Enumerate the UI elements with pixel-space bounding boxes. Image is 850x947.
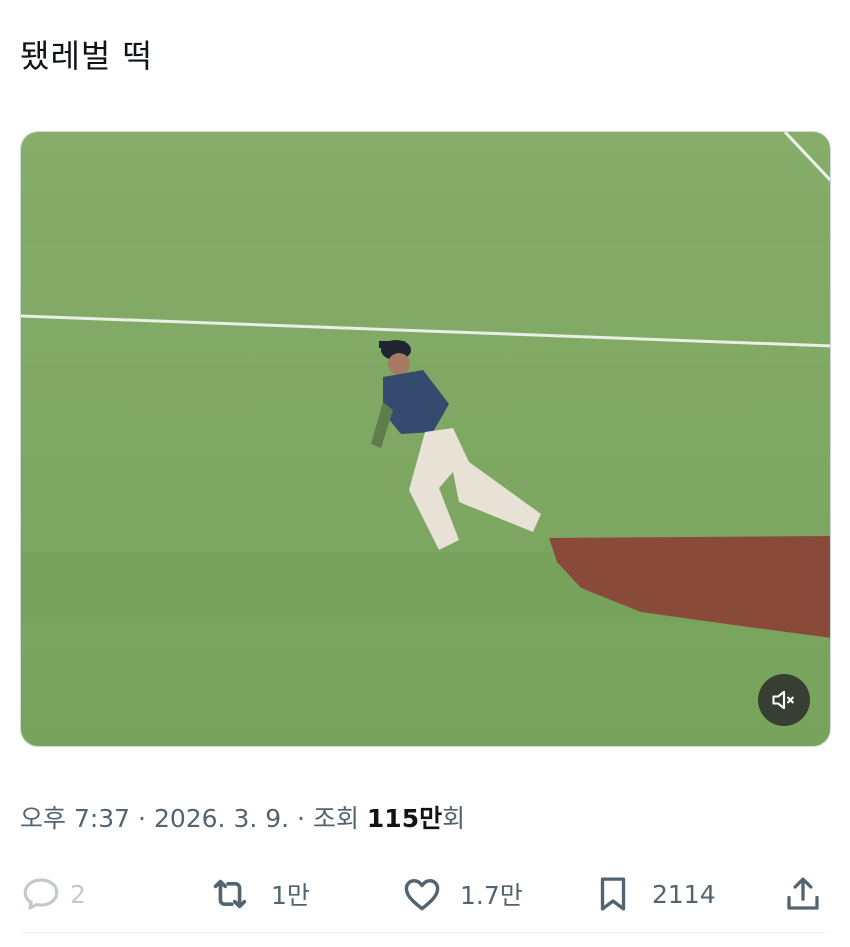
bookmark-icon bbox=[600, 877, 626, 911]
views-suffix: 회 bbox=[442, 804, 466, 833]
speaker-muted-icon bbox=[772, 690, 794, 710]
views-count: 115만 bbox=[366, 804, 443, 833]
tweet-time[interactable]: 오후 7:37 bbox=[20, 804, 130, 833]
video-player[interactable] bbox=[20, 131, 831, 747]
retweet-button[interactable]: 1만 bbox=[207, 862, 310, 926]
tweet-date[interactable]: 2026. 3. 9. bbox=[154, 804, 289, 833]
like-count: 1.7만 bbox=[460, 881, 523, 910]
action-bar: 2 1만 1.7만 2114 bbox=[0, 862, 850, 926]
views-label: 조회 bbox=[312, 804, 367, 833]
tweet-meta: 오후 7:37 · 2026. 3. 9. · 조회 115만회 bbox=[20, 804, 466, 833]
like-button[interactable]: 1.7만 bbox=[400, 862, 523, 926]
tweet-text: 됐레벌 떡 bbox=[20, 37, 153, 75]
share-icon bbox=[787, 877, 819, 910]
video-frame bbox=[21, 132, 830, 746]
retweet-count: 1만 bbox=[271, 881, 310, 910]
bookmark-button[interactable]: 2114 bbox=[592, 862, 716, 926]
bookmark-count: 2114 bbox=[652, 879, 716, 909]
heart-icon bbox=[404, 879, 440, 911]
divider bbox=[20, 932, 830, 933]
mute-button[interactable] bbox=[758, 674, 810, 726]
share-button[interactable] bbox=[782, 862, 824, 926]
reply-icon bbox=[23, 878, 59, 910]
reply-button[interactable]: 2 bbox=[20, 862, 86, 926]
retweet-icon bbox=[213, 879, 247, 909]
reply-count: 2 bbox=[70, 879, 86, 909]
